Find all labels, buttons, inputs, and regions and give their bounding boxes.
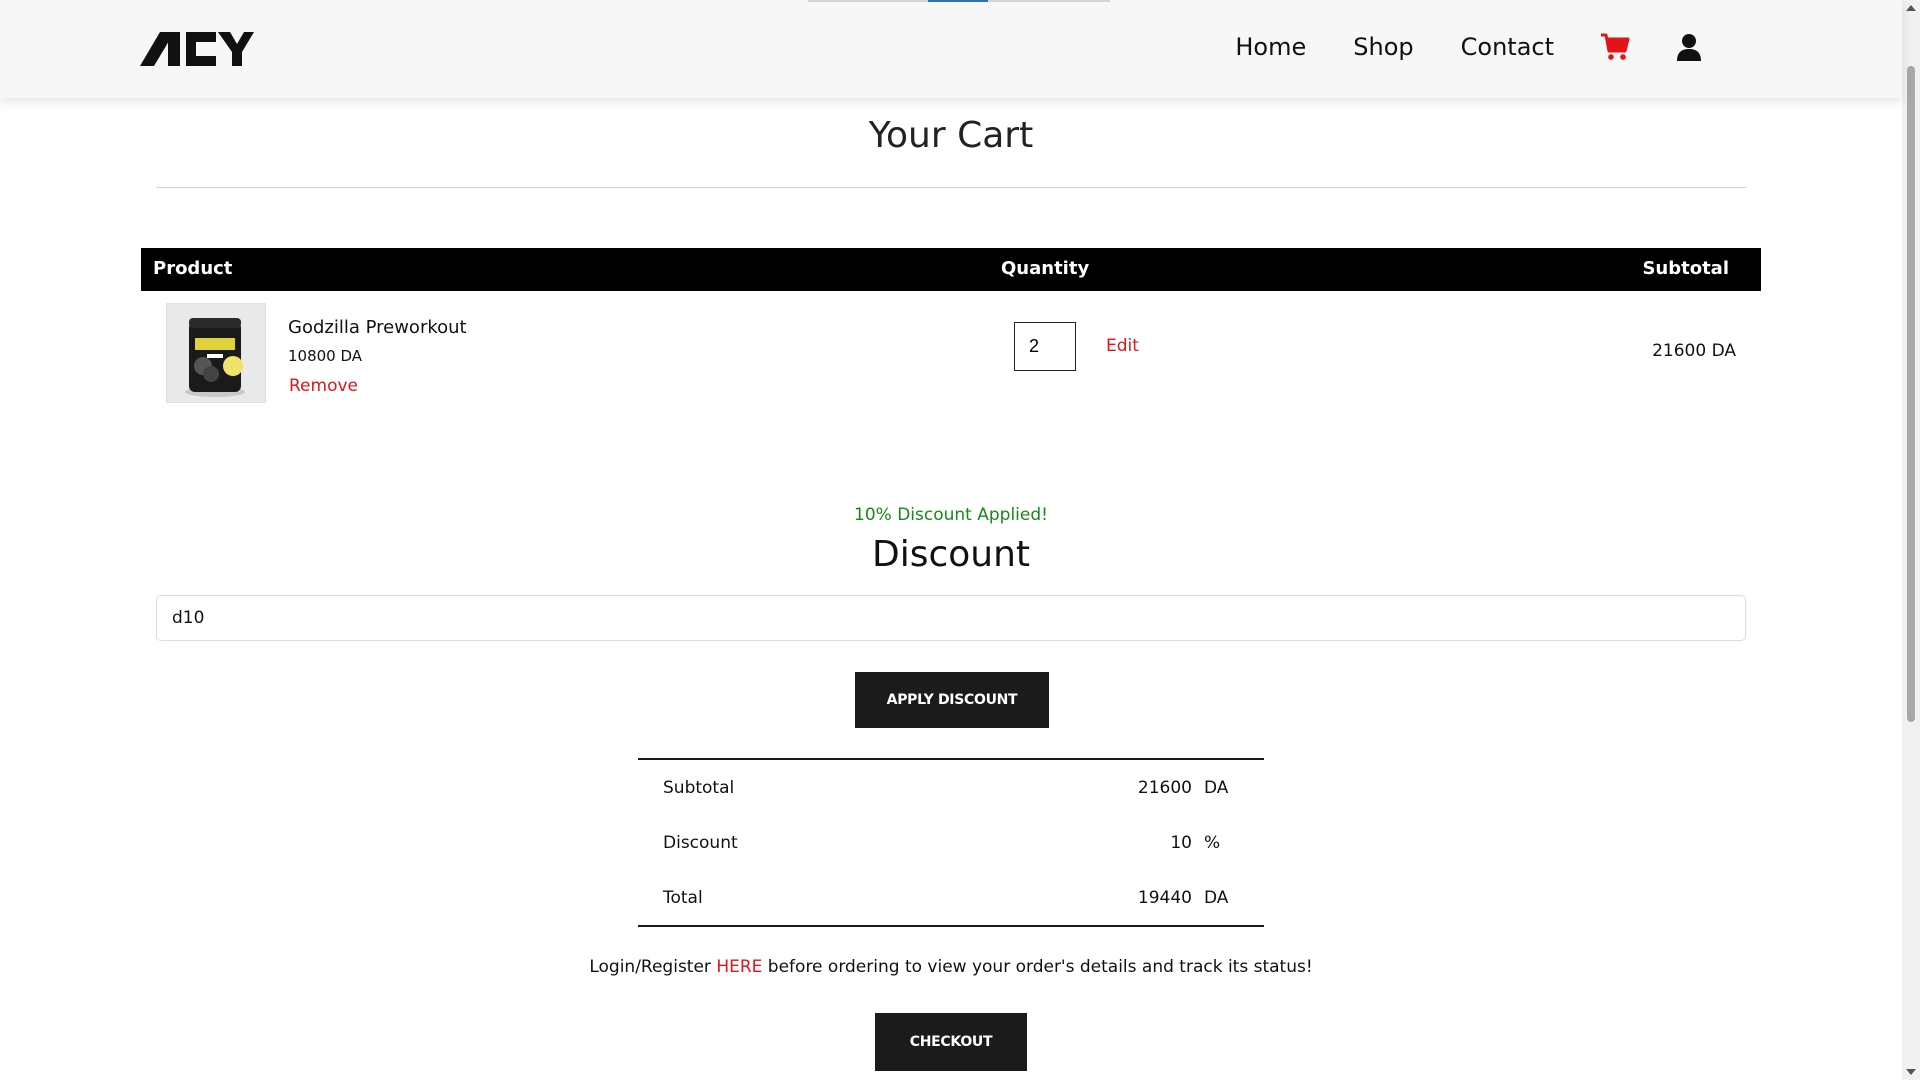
active-tab-indicator	[928, 0, 988, 2]
title-divider	[156, 187, 1746, 188]
scroll-down-arrow-icon[interactable]	[1906, 1069, 1916, 1075]
main-nav: Home Shop Contact	[1188, 22, 1702, 72]
totals-label: Discount	[663, 833, 738, 853]
remove-item-link[interactable]: Remove	[289, 376, 358, 396]
login-note-after: before ordering to view your order's det…	[762, 957, 1313, 977]
acy-logo-icon	[140, 32, 254, 66]
product-price: 10800 DA	[288, 347, 363, 365]
cart-table-header: Product Quantity Subtotal	[141, 248, 1761, 291]
header-product: Product	[153, 258, 233, 279]
totals-row-discount: Discount 10 %	[638, 815, 1264, 870]
totals-unit: DA	[1204, 888, 1229, 908]
site-logo[interactable]	[140, 30, 254, 68]
header-subtotal: Subtotal	[1642, 258, 1729, 279]
scroll-up-arrow-icon[interactable]	[1906, 5, 1916, 11]
navbar: Home Shop Contact	[0, 0, 1902, 98]
nav-contact[interactable]: Contact	[1461, 33, 1554, 61]
totals-value: 10	[1170, 833, 1192, 853]
totals-value: 19440	[1137, 888, 1192, 908]
browser-tab-strip	[808, 0, 1110, 2]
login-register-note: Login/Register HERE before ordering to v…	[0, 957, 1902, 977]
totals-row-subtotal: Subtotal 21600 DA	[638, 760, 1264, 815]
discount-applied-message: 10% Discount Applied!	[854, 505, 1048, 525]
quantity-input[interactable]	[1014, 322, 1076, 371]
product-name[interactable]: Godzilla Preworkout	[288, 317, 467, 338]
nav-home[interactable]: Home	[1235, 33, 1306, 61]
totals-table: Subtotal 21600 DA Discount 10 % Total 19…	[638, 758, 1264, 927]
discount-title: Discount	[871, 534, 1031, 575]
cart-table: Product Quantity Subtotal Godzilla Prewo…	[141, 248, 1761, 411]
checkout-button[interactable]: CHECKOUT	[875, 1013, 1027, 1071]
apply-discount-button[interactable]: APPLY DISCOUNT	[855, 672, 1049, 728]
totals-bottom-rule	[638, 925, 1264, 927]
page-title: Your Cart	[868, 115, 1034, 156]
totals-label: Subtotal	[663, 778, 735, 798]
login-here-link[interactable]: HERE	[716, 957, 762, 977]
totals-unit: %	[1204, 833, 1221, 853]
header-quantity: Quantity	[1001, 258, 1090, 279]
cart-icon[interactable]	[1600, 33, 1630, 61]
edit-quantity-link[interactable]: Edit	[1106, 336, 1139, 356]
totals-row-total: Total 19440 DA	[638, 870, 1264, 925]
discount-code-input[interactable]	[156, 595, 1746, 641]
product-image[interactable]	[166, 303, 266, 403]
user-icon[interactable]	[1676, 33, 1702, 61]
scrollbar-thumb[interactable]	[1907, 66, 1915, 722]
nav-shop[interactable]: Shop	[1353, 33, 1413, 61]
login-note-before: Login/Register	[589, 957, 717, 977]
totals-label: Total	[663, 888, 703, 908]
totals-value: 21600	[1137, 778, 1192, 798]
row-subtotal: 21600 DA	[1652, 341, 1736, 361]
page-scrollbar[interactable]	[1902, 0, 1920, 1080]
cart-row: Godzilla Preworkout 10800 DA Remove Edit…	[141, 291, 1761, 411]
totals-unit: DA	[1204, 778, 1229, 798]
